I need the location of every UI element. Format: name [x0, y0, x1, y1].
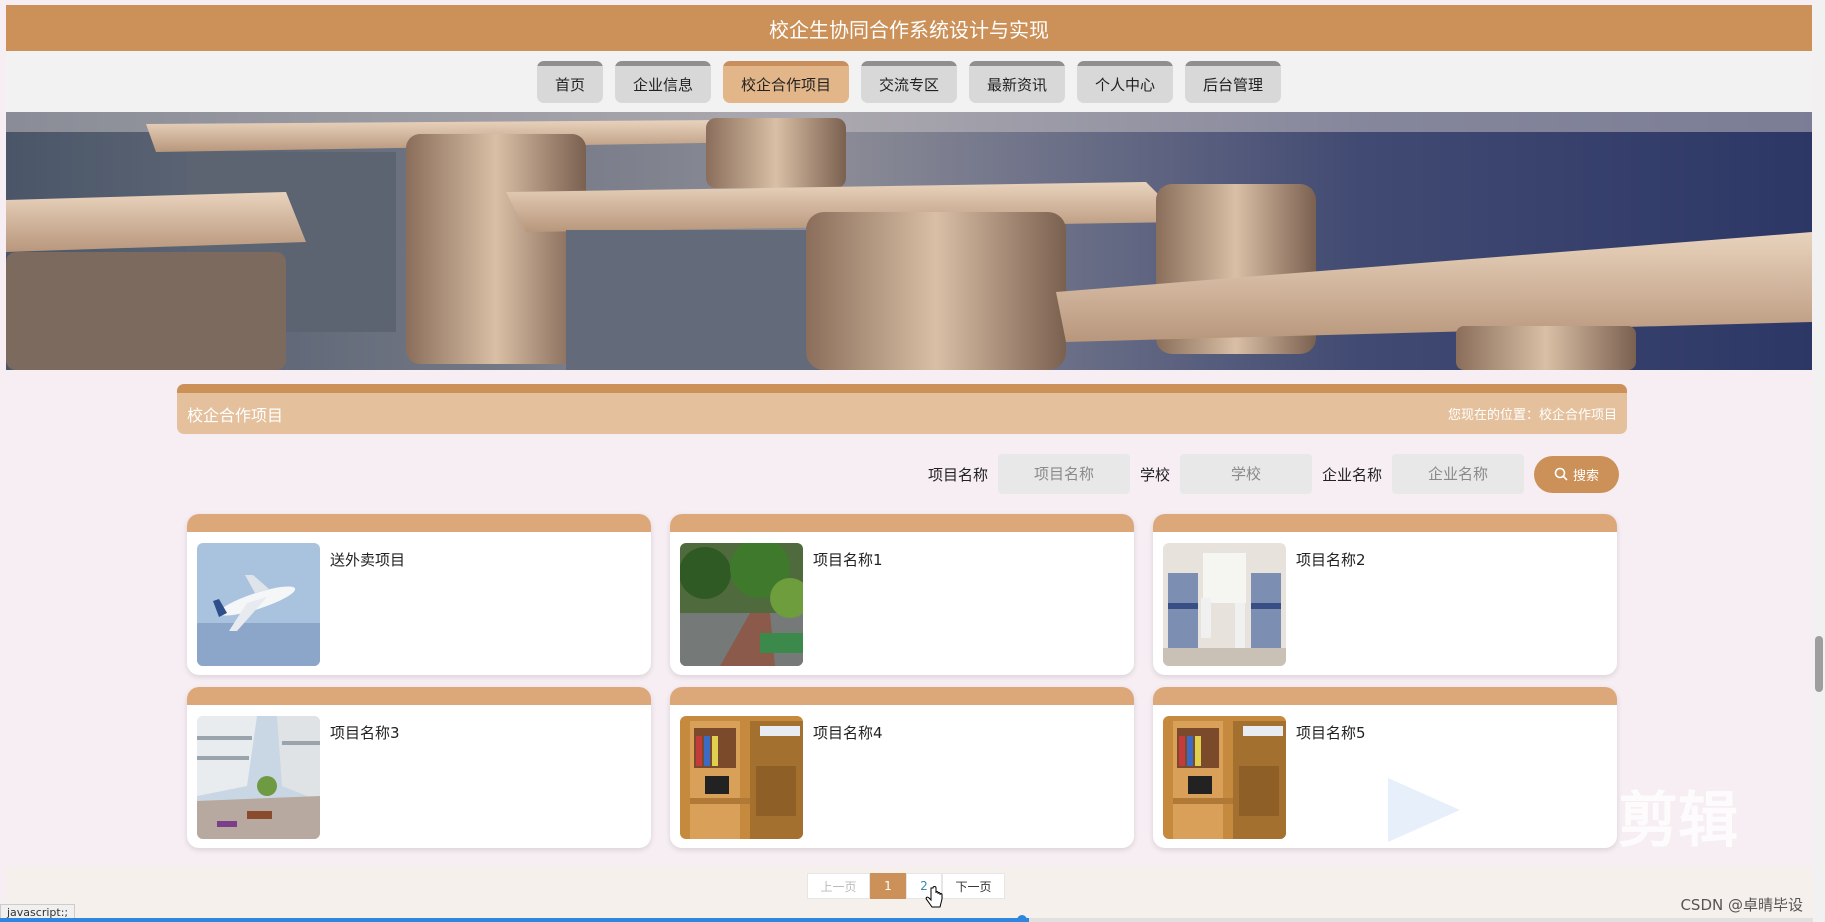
- nav-item-enterprise-info[interactable]: 企业信息: [614, 61, 711, 103]
- card-header-bar: [187, 687, 651, 705]
- project-card[interactable]: 送外卖项目: [187, 514, 651, 675]
- search-bar: 项目名称 学校 企业名称 搜索: [177, 454, 1627, 494]
- school-label: 学校: [1139, 465, 1170, 484]
- project-name: 送外卖项目: [330, 551, 406, 569]
- enterprise-name-input[interactable]: [1392, 454, 1524, 494]
- project-name: 项目名称1: [813, 551, 883, 569]
- nav-label: 后台管理: [1203, 76, 1264, 94]
- project-thumbnail-garden: [680, 543, 803, 666]
- card-header-bar: [1153, 687, 1617, 705]
- search-button[interactable]: 搜索: [1534, 455, 1619, 493]
- project-thumbnail-campus: [197, 716, 320, 839]
- card-header-bar: [187, 514, 651, 532]
- site-title: 校企生协同合作系统设计与实现: [769, 17, 1049, 42]
- next-page-button[interactable]: 下一页: [942, 873, 1005, 899]
- breadcrumb: 您现在的位置：校企合作项目: [1447, 408, 1617, 423]
- project-card[interactable]: 项目名称3: [187, 687, 651, 848]
- project-thumbnail-dorm-desk: [680, 716, 803, 839]
- prev-page-button[interactable]: 上一页: [807, 873, 870, 899]
- classroom-illustration: [6, 112, 1812, 370]
- project-name: 项目名称4: [813, 724, 883, 742]
- section-header: 校企合作项目 您现在的位置：校企合作项目: [177, 384, 1627, 434]
- project-name: 项目名称3: [330, 724, 400, 742]
- nav-item-news[interactable]: 最新资讯: [969, 61, 1066, 103]
- nav-label: 校企合作项目: [740, 76, 831, 94]
- project-card[interactable]: 项目名称1: [670, 514, 1134, 675]
- page-scrollbar[interactable]: [1813, 0, 1825, 922]
- nav-item-cooperation-projects[interactable]: 校企合作项目: [722, 61, 849, 103]
- card-header-bar: [670, 687, 1134, 705]
- project-thumbnail-airplane: [197, 543, 320, 666]
- hand-cursor-icon: [925, 886, 943, 908]
- project-thumbnail-dormitory: [1163, 543, 1286, 666]
- nav-item-personal-center[interactable]: 个人中心: [1077, 61, 1174, 103]
- scrollbar-thumb[interactable]: [1815, 636, 1823, 692]
- nav-label: 最新资讯: [987, 76, 1048, 94]
- enterprise-name-label: 企业名称: [1321, 465, 1382, 484]
- nav-item-home[interactable]: 首页: [536, 61, 603, 103]
- nav-label: 企业信息: [632, 76, 693, 94]
- nav-item-forum[interactable]: 交流专区: [860, 61, 957, 103]
- site-header: 校企生协同合作系统设计与实现: [6, 5, 1812, 51]
- project-name: 项目名称5: [1296, 724, 1366, 742]
- nav-label: 首页: [554, 76, 585, 94]
- project-card[interactable]: 项目名称2: [1153, 514, 1617, 675]
- page-button-1[interactable]: 1: [870, 873, 906, 899]
- project-name-input[interactable]: [997, 454, 1130, 494]
- card-header-bar: [1153, 514, 1617, 532]
- progress-fill: [0, 918, 1030, 922]
- project-card[interactable]: 项目名称4: [670, 687, 1134, 848]
- nav-item-admin[interactable]: 后台管理: [1185, 61, 1282, 103]
- section-title: 校企合作项目: [187, 405, 284, 425]
- search-button-label: 搜索: [1572, 468, 1599, 484]
- video-editor-logo-icon: [1388, 778, 1460, 842]
- main-nav: 首页 企业信息 校企合作项目 交流专区 最新资讯 个人中心 后台管理: [6, 51, 1812, 112]
- search-icon: [1554, 467, 1568, 481]
- status-url: javascript:;: [7, 905, 69, 919]
- progress-knob[interactable]: [1017, 915, 1027, 922]
- hero-banner-classroom-image: [6, 112, 1812, 370]
- video-editor-overlay-text: 剪辑: [1618, 786, 1738, 856]
- school-input[interactable]: [1179, 454, 1312, 494]
- watermark: CSDN @卓晴毕设: [1680, 896, 1803, 914]
- card-header-bar: [670, 514, 1134, 532]
- pagination: 上一页 1 2 下一页: [807, 873, 1005, 899]
- project-name: 项目名称2: [1296, 551, 1366, 569]
- project-thumbnail-dorm-desk: [1163, 716, 1286, 839]
- nav-label: 交流专区: [878, 76, 939, 94]
- nav-label: 个人中心: [1095, 76, 1156, 94]
- project-name-label: 项目名称: [927, 465, 988, 484]
- video-progress-bar[interactable]: [0, 915, 1825, 922]
